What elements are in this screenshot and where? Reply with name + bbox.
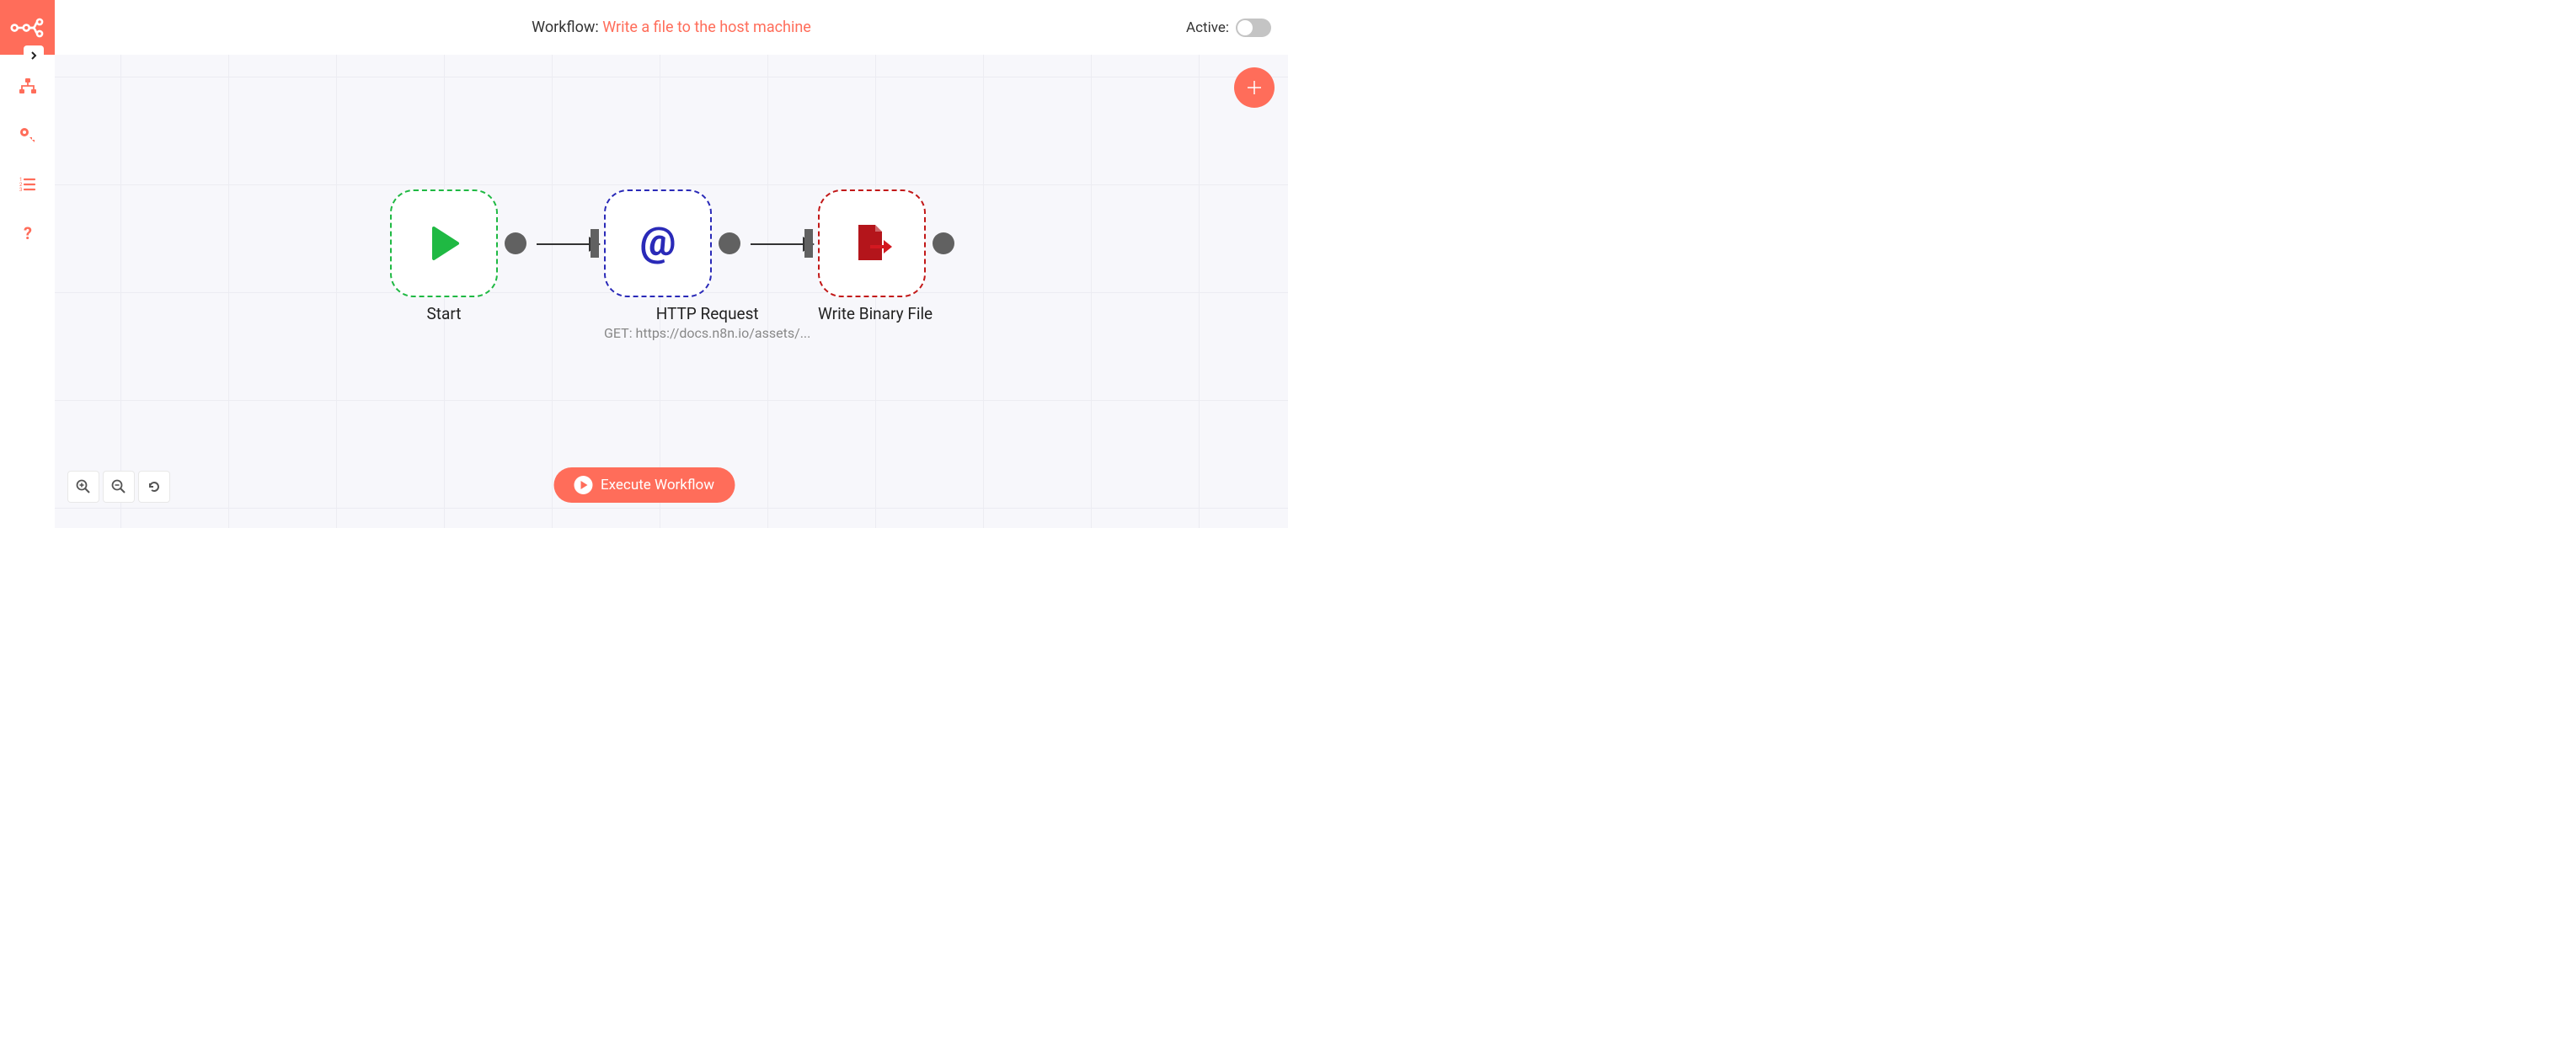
zoom-in-button[interactable] [67, 471, 99, 503]
chevron-right-icon [29, 51, 38, 60]
node-label: HTTP Request [604, 304, 810, 323]
sidebar-credentials-icon[interactable] [19, 127, 36, 144]
n8n-logo-icon [10, 10, 45, 45]
at-sign-icon: @ [636, 221, 680, 265]
node-input-port[interactable] [591, 229, 599, 258]
sidebar-help-icon[interactable]: ? [19, 225, 36, 242]
expand-sidebar-button[interactable] [24, 45, 44, 66]
node-start[interactable]: Start [390, 189, 498, 323]
svg-text:3: 3 [19, 187, 22, 193]
node-output-port[interactable] [505, 232, 526, 254]
sidebar: 123 ? [0, 0, 55, 528]
topbar: Workflow: Write a file to the host machi… [55, 0, 1288, 55]
active-toggle-group: Active: [1186, 0, 1271, 55]
connector[interactable] [537, 243, 599, 245]
active-toggle[interactable] [1236, 19, 1271, 37]
workflow-title-name[interactable]: Write a file to the host machine [602, 19, 811, 36]
play-icon [424, 223, 464, 264]
plus-icon [1245, 78, 1264, 97]
execute-label: Execute Workflow [601, 477, 714, 493]
file-export-icon [850, 221, 894, 265]
node-output-port[interactable] [719, 232, 740, 254]
play-circle-icon [574, 476, 592, 494]
zoom-controls [67, 471, 170, 503]
add-node-button[interactable] [1234, 67, 1275, 108]
node-write-binary-file[interactable]: Write Binary File [818, 189, 933, 323]
sidebar-executions-icon[interactable]: 123 [19, 176, 36, 193]
workflow-title: Workflow: Write a file to the host machi… [532, 19, 811, 36]
zoom-out-button[interactable] [103, 471, 135, 503]
active-label: Active: [1186, 19, 1229, 36]
workflow-title-prefix: Workflow: [532, 19, 602, 36]
zoom-in-icon [76, 479, 91, 494]
reset-zoom-button[interactable] [138, 471, 170, 503]
svg-text:@: @ [639, 221, 676, 265]
execute-workflow-button[interactable]: Execute Workflow [553, 467, 735, 503]
sidebar-workflows-icon[interactable] [19, 78, 36, 95]
node-sublabel: GET: https://docs.n8n.io/assets/... [604, 325, 810, 341]
node-output-port[interactable] [933, 232, 954, 254]
connector[interactable] [751, 243, 813, 245]
zoom-out-icon [111, 479, 126, 494]
svg-text:?: ? [24, 225, 32, 242]
undo-icon [147, 479, 162, 494]
workflow-canvas[interactable]: Start @ HTTP Request GET: https://docs.n… [55, 55, 1288, 528]
node-label: Start [390, 304, 498, 323]
node-input-port[interactable] [804, 229, 813, 258]
node-label: Write Binary File [818, 304, 933, 323]
node-http-request[interactable]: @ HTTP Request GET: https://docs.n8n.io/… [604, 189, 810, 341]
